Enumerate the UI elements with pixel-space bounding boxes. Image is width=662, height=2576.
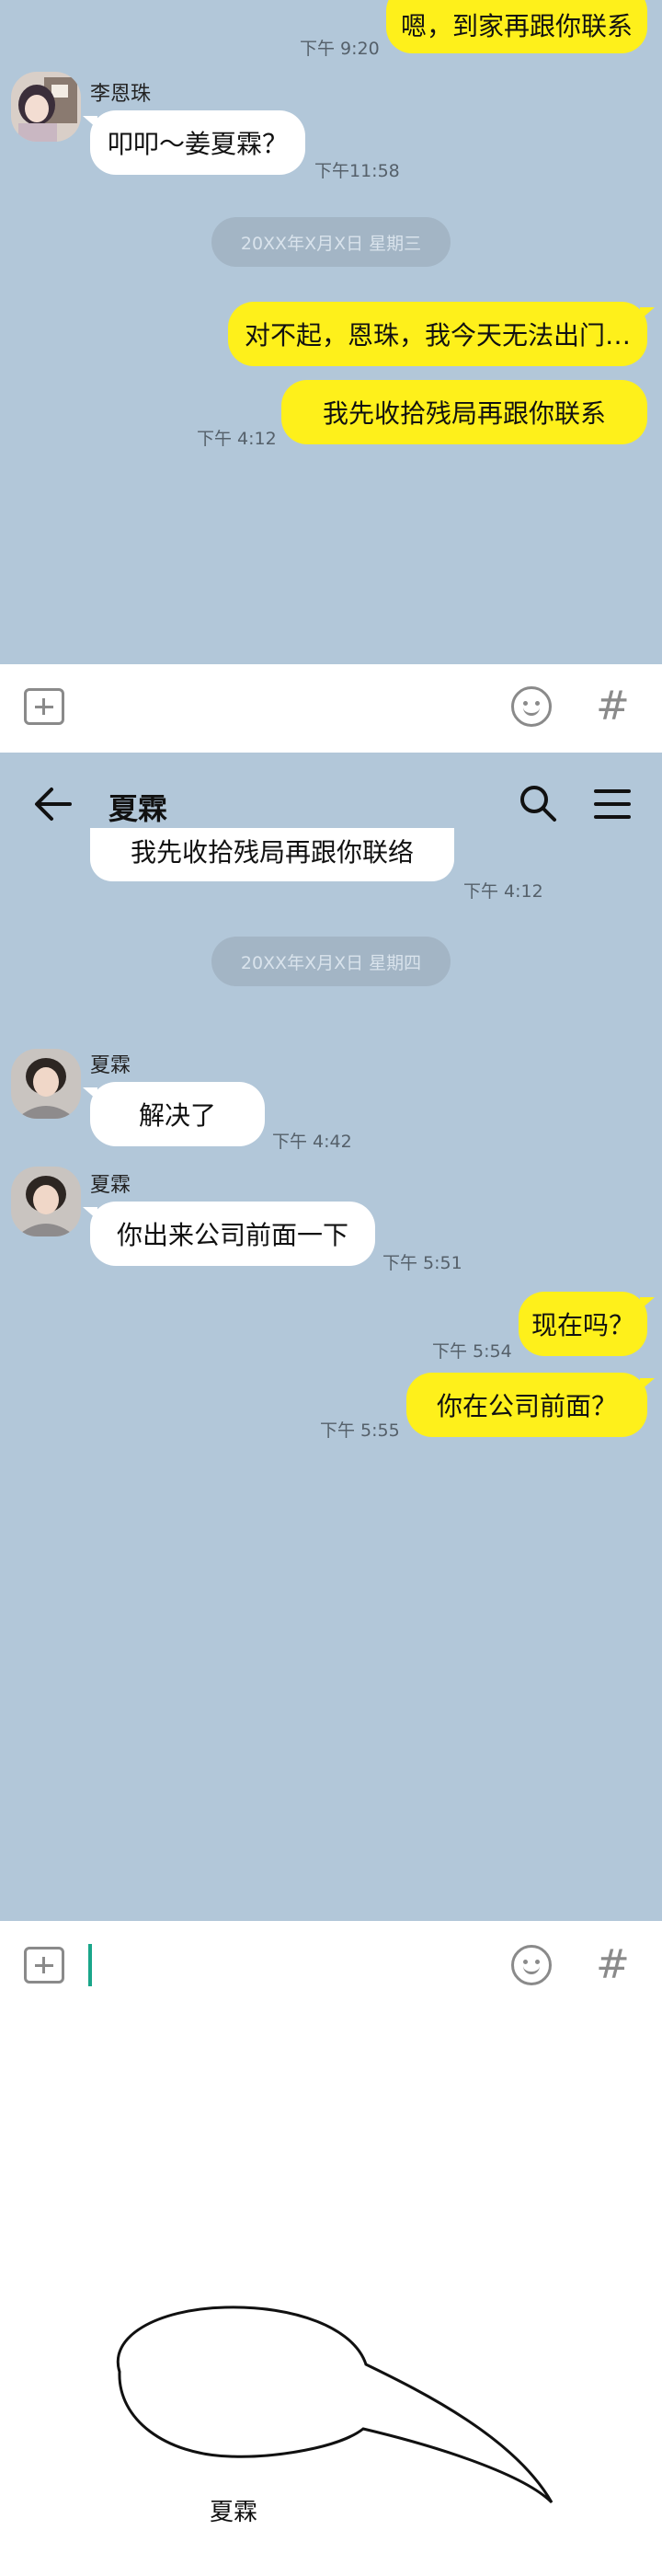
message-bubble-received[interactable]: 你出来公司前面一下 bbox=[83, 1202, 375, 1266]
input-bar-1: # bbox=[0, 664, 662, 753]
message-text: 现在吗？ bbox=[531, 1310, 634, 1340]
message-time: 下午 5:55 bbox=[320, 1420, 400, 1441]
message-time: 下午 9:20 bbox=[300, 39, 380, 59]
message-bubble-sent[interactable]: 现在吗？ bbox=[519, 1292, 655, 1356]
date-divider: 20XX年X月X日 星期三 bbox=[211, 217, 451, 267]
search-icon[interactable] bbox=[519, 784, 557, 822]
chat-panel-1: 嗯，到家再跟你联系 下午 9:20 李恩珠 叩叩～姜夏霖？ 下午11:58 20… bbox=[0, 0, 662, 664]
message-time: 下午 4:12 bbox=[197, 429, 277, 449]
message-text: 对不起，恩珠，我今天无法出门… bbox=[244, 320, 631, 351]
message-text: 我先收拾残局再跟你联系 bbox=[322, 398, 606, 429]
message-bubble-sent[interactable]: 对不起，恩珠，我今天无法出门… bbox=[228, 302, 655, 366]
emoji-icon[interactable] bbox=[511, 1945, 552, 1985]
avatar-image bbox=[11, 1167, 81, 1236]
avatar[interactable] bbox=[11, 1049, 81, 1119]
message-time: 下午 5:54 bbox=[432, 1341, 512, 1362]
date-divider: 20XX年X月X日 星期四 bbox=[211, 937, 451, 986]
chat-title: 夏霖 bbox=[108, 791, 168, 826]
menu-icon[interactable] bbox=[594, 788, 631, 821]
message-bubble-received[interactable]: 解决了 bbox=[83, 1082, 265, 1146]
avatar-image bbox=[11, 72, 81, 142]
message-bubble-received[interactable]: 叩叩～姜夏霖？ bbox=[83, 110, 305, 175]
plus-icon[interactable] bbox=[24, 688, 64, 725]
avatar[interactable] bbox=[11, 72, 81, 142]
speech-bubble bbox=[116, 2306, 554, 2504]
sender-name: 夏霖 bbox=[90, 1054, 131, 1077]
message-input[interactable] bbox=[83, 1939, 487, 1991]
avatar-image bbox=[11, 1049, 81, 1119]
hash-icon[interactable]: # bbox=[596, 686, 630, 727]
message-time: 下午11:58 bbox=[314, 161, 400, 181]
message-text: 你在公司前面？ bbox=[436, 1391, 617, 1421]
message-text: 你出来公司前面一下 bbox=[116, 1220, 348, 1250]
sender-name: 夏霖 bbox=[90, 1174, 131, 1197]
chat-panel-2: 夏霖 我先收拾残局再跟你联络 下午 4:12 20XX年X月X日 星期四 夏霖 … bbox=[0, 753, 662, 1921]
message-bubble-sent[interactable]: 嗯，到家再跟你联系 bbox=[386, 0, 655, 53]
message-bubble-sent[interactable]: 你在公司前面？ bbox=[406, 1373, 655, 1437]
text-cursor bbox=[88, 1944, 92, 1986]
avatar[interactable] bbox=[11, 1167, 81, 1236]
emoji-icon[interactable] bbox=[511, 686, 552, 727]
message-bubble-sent[interactable]: 我先收拾残局再跟你联系 bbox=[281, 380, 647, 444]
hash-icon[interactable]: # bbox=[596, 1945, 630, 1985]
message-time: 下午 5:51 bbox=[382, 1253, 462, 1273]
sender-name: 李恩珠 bbox=[90, 83, 152, 106]
message-text: 嗯，到家再跟你联系 bbox=[400, 11, 633, 41]
message-time: 下午 4:12 bbox=[463, 881, 543, 902]
message-text: 我先收拾残局再跟你联络 bbox=[130, 837, 414, 868]
back-arrow-icon[interactable] bbox=[33, 784, 74, 824]
message-bubble-sent[interactable]: 我先收拾残局再跟你联络 bbox=[90, 828, 454, 881]
message-time: 下午 4:42 bbox=[272, 1132, 352, 1152]
plus-icon[interactable] bbox=[24, 1947, 64, 1984]
input-bar-2: # bbox=[0, 1921, 662, 2007]
speech-bubble-text: 夏霖 bbox=[210, 2499, 258, 2526]
message-text: 解决了 bbox=[138, 1100, 216, 1131]
message-text: 叩叩～姜夏霖？ bbox=[107, 129, 288, 159]
